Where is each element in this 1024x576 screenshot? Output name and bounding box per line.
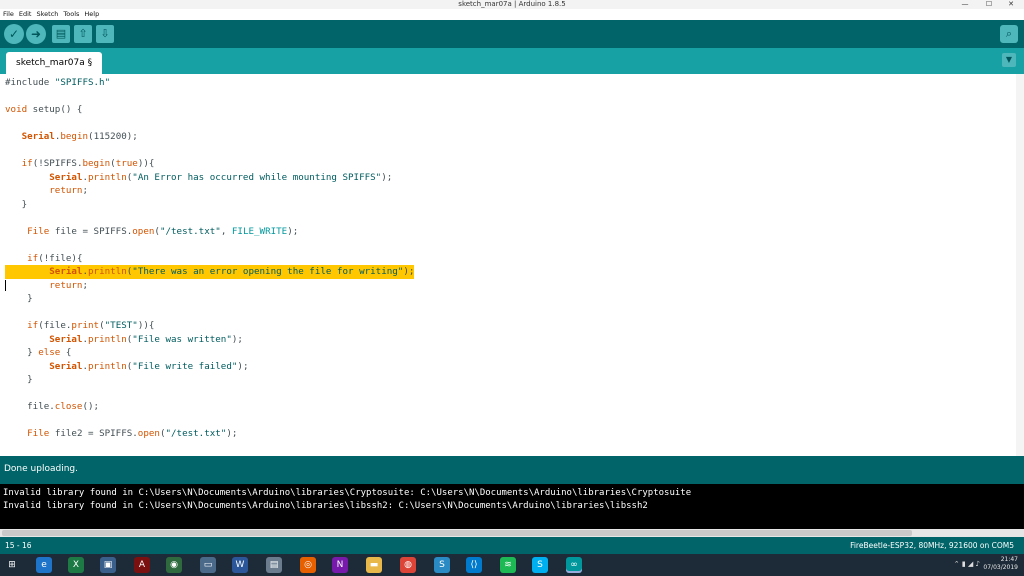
clock-time: 21:47 [1000, 556, 1018, 563]
code-line[interactable]: if(file.print("TEST")){ [5, 319, 414, 333]
arrow-right-icon: ➜ [30, 27, 42, 41]
code-line[interactable]: } [5, 373, 414, 387]
line-range: 15 - 16 [5, 541, 32, 550]
folder-icon[interactable]: ▬ [366, 557, 382, 573]
menu-sketch[interactable]: Sketch [36, 10, 58, 18]
chrome-icon[interactable]: ◍ [400, 557, 416, 573]
serial-monitor-button[interactable]: ⌕ [1000, 25, 1018, 43]
clock[interactable]: 21:47 07/03/2019 [983, 556, 1018, 572]
window-icon[interactable]: ▭ [200, 557, 216, 573]
code-line[interactable] [5, 414, 414, 428]
onenote-icon[interactable]: N [332, 557, 348, 573]
scrollbar-thumb[interactable] [2, 530, 912, 536]
open-arrow-up-icon: ⇧ [78, 27, 88, 40]
code-line[interactable]: Serial.begin(115200); [5, 130, 414, 144]
code-line[interactable] [5, 306, 414, 320]
close-button[interactable]: ✕ [1000, 0, 1022, 9]
upload-button[interactable]: ➜ [26, 24, 46, 44]
code-line[interactable]: Serial.println("An Error has occurred wh… [5, 171, 414, 185]
status-bar: Done uploading. [0, 456, 1024, 484]
code-line[interactable]: return; [5, 279, 414, 293]
code-line[interactable] [5, 211, 414, 225]
save-button[interactable]: ⇩ [96, 25, 114, 43]
open-button[interactable]: ⇧ [74, 25, 92, 43]
code-line[interactable] [5, 387, 414, 401]
code-line[interactable]: void setup() { [5, 103, 414, 117]
text-caret [5, 279, 6, 291]
monitor-icon[interactable]: ▣ [100, 557, 116, 573]
vscode-icon[interactable]: ⟨⟩ [466, 557, 482, 573]
verify-button[interactable]: ✓ [4, 24, 24, 44]
new-file-icon: ▤ [55, 27, 67, 40]
minimize-button[interactable]: — [954, 0, 976, 9]
new-button[interactable]: ▤ [52, 25, 70, 43]
code-line[interactable]: } else { [5, 346, 414, 360]
title-bar: sketch_mar07a | Arduino 1.8.5 — ☐ ✕ [0, 0, 1024, 9]
system-tray-icons[interactable]: ⌃ ▮ ◢ ♪ [954, 560, 980, 568]
console-line: Invalid library found in C:\Users\N\Docu… [3, 501, 648, 511]
app-circle-icon[interactable]: ◉ [166, 557, 182, 573]
code-line[interactable]: if(!SPIFFS.begin(true)){ [5, 157, 414, 171]
magnifier-icon: ⌕ [1005, 27, 1013, 40]
menu-file[interactable]: File [3, 10, 14, 18]
code-line[interactable]: if(!file){ [5, 252, 414, 266]
board-info: FireBeetle-ESP32, 80MHz, 921600 on COM5 [850, 541, 1014, 550]
tab-bar: sketch_mar07a § ▼ [0, 48, 1024, 74]
tab-sketch[interactable]: sketch_mar07a § [6, 52, 103, 74]
acrobat-icon[interactable]: A [134, 557, 150, 573]
skype-icon[interactable]: S [532, 557, 548, 573]
code-line[interactable] [5, 144, 414, 158]
console-horizontal-scrollbar[interactable] [0, 529, 1024, 537]
windows-taskbar: ⌃ ▮ ◢ ♪ 21:47 07/03/2019 ⊞ e X ▣ A ◉ ▭ W ▤ ◎ N ▬ ◍ S ⟨… [0, 554, 1024, 576]
edge-icon[interactable]: e [36, 557, 52, 573]
code-area[interactable]: #include "SPIFFS.h" void setup() { Seria… [5, 76, 415, 441]
code-line[interactable]: File file = SPIFFS.open("/test.txt", FIL… [5, 225, 414, 239]
code-line[interactable] [5, 117, 414, 131]
app-s-icon[interactable]: S [434, 557, 450, 573]
save-arrow-down-icon: ⇩ [100, 27, 110, 40]
chevron-down-icon: ▼ [1005, 55, 1013, 64]
code-line[interactable]: } [5, 198, 414, 212]
highlighted-code: Serial.println("There was an error openi… [5, 265, 415, 279]
spotify-icon[interactable]: ≋ [500, 557, 516, 573]
firefox-icon[interactable]: ◎ [300, 557, 316, 573]
start-icon[interactable]: ⊞ [4, 557, 20, 573]
code-line[interactable]: File file2 = SPIFFS.open("/test.txt"); [5, 427, 414, 441]
code-line[interactable]: Serial.println("File write failed"); [5, 360, 414, 374]
menu-edit[interactable]: Edit [19, 10, 32, 18]
editor-scrollbar[interactable] [1016, 74, 1024, 456]
code-line[interactable]: Serial.println("File was written"); [5, 333, 414, 347]
menu-bar: File Edit Sketch Tools Help [0, 9, 1024, 20]
code-line[interactable]: return; [5, 184, 414, 198]
word-icon[interactable]: W [232, 557, 248, 573]
clock-date: 07/03/2019 [983, 564, 1018, 571]
menu-help[interactable]: Help [84, 10, 99, 18]
bottom-status-bar: 15 - 16 FireBeetle-ESP32, 80MHz, 921600 … [0, 537, 1024, 554]
code-editor[interactable]: #include "SPIFFS.h" void setup() { Seria… [0, 74, 1024, 456]
tab-menu-button[interactable]: ▼ [1002, 53, 1016, 67]
file-icon[interactable]: ▤ [266, 557, 282, 573]
code-line[interactable]: } [5, 292, 414, 306]
code-line[interactable]: file.close(); [5, 400, 414, 414]
menu-tools[interactable]: Tools [63, 10, 79, 18]
code-line[interactable]: #include "SPIFFS.h" [5, 76, 414, 90]
console-output[interactable]: Invalid library found in C:\Users\N\Docu… [0, 484, 1024, 529]
toolbar: ✓ ➜ ▤ ⇧ ⇩ ⌕ [0, 20, 1024, 48]
check-icon: ✓ [8, 27, 20, 41]
arduino-icon[interactable]: ∞ [566, 557, 582, 573]
status-message: Done uploading. [4, 464, 78, 474]
window-title: sketch_mar07a | Arduino 1.8.5 [458, 0, 566, 8]
excel-icon[interactable]: X [68, 557, 84, 573]
code-line[interactable]: Serial.println("There was an error openi… [5, 265, 415, 279]
maximize-button[interactable]: ☐ [978, 0, 1000, 9]
code-line[interactable] [5, 90, 414, 104]
console-line: Invalid library found in C:\Users\N\Docu… [3, 488, 692, 498]
code-line[interactable] [5, 238, 414, 252]
